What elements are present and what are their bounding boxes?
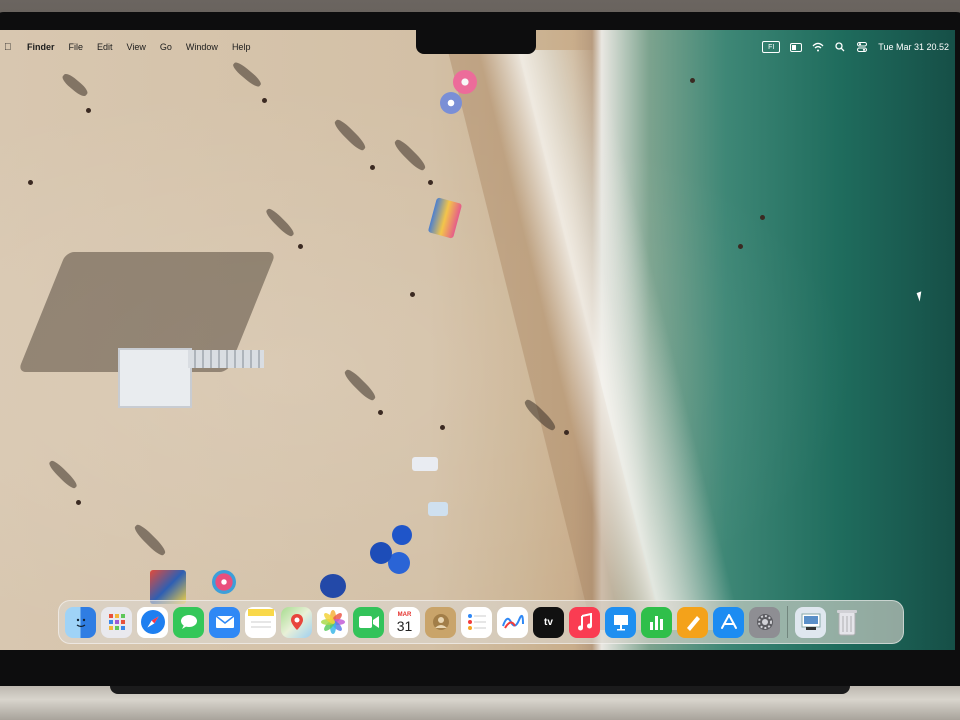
beach-umbrella	[392, 525, 412, 545]
contacts-icon[interactable]	[425, 606, 456, 638]
dock-separator	[787, 606, 788, 638]
beachgoer	[298, 244, 303, 249]
desktop-wallpaper	[0, 30, 955, 650]
preview-icon[interactable]	[795, 606, 826, 638]
music-icon[interactable]	[569, 606, 600, 638]
beach-towel	[412, 457, 438, 471]
beachgoer	[440, 425, 445, 430]
beach-umbrella	[370, 542, 392, 564]
lifeguard-ramp	[188, 350, 264, 368]
beachgoer	[86, 108, 91, 113]
menu-help[interactable]: Help	[232, 42, 251, 52]
freeform-icon[interactable]	[497, 606, 528, 638]
beachgoer	[410, 292, 415, 297]
lifeguard-tower	[118, 348, 192, 408]
input-source-indicator[interactable]: FI	[762, 41, 781, 53]
menu-bar:  Finder File Edit View Go Window Help F…	[0, 36, 955, 58]
finder-icon[interactable]	[65, 606, 96, 638]
launchpad-icon[interactable]	[101, 606, 132, 638]
safari-icon[interactable]	[137, 606, 168, 638]
beachgoer	[370, 165, 375, 170]
keynote-icon[interactable]	[605, 606, 636, 638]
control-center-icon[interactable]	[856, 42, 868, 52]
laptop-hinge	[110, 686, 850, 694]
beach-towel	[150, 570, 186, 604]
beachgoer	[428, 180, 433, 185]
beachgoer	[262, 98, 267, 103]
pages-icon[interactable]	[677, 606, 708, 638]
trash-icon[interactable]	[831, 607, 862, 638]
dock: MAR 31 tv	[58, 600, 904, 644]
menu-window[interactable]: Window	[186, 42, 218, 52]
gear-icon[interactable]	[749, 606, 780, 638]
calendar-icon[interactable]: MAR 31	[389, 606, 420, 638]
swimmer	[760, 215, 765, 220]
swimmer	[738, 244, 743, 249]
beachgoer	[28, 180, 33, 185]
menu-view[interactable]: View	[127, 42, 146, 52]
numbers-icon[interactable]	[641, 606, 672, 638]
beachgoer	[564, 430, 569, 435]
beach-umbrella	[453, 70, 477, 94]
beach-towel	[428, 502, 448, 516]
photos-icon[interactable]	[317, 606, 348, 638]
calendar-day: 31	[396, 617, 413, 634]
beach-umbrella	[440, 92, 462, 114]
messages-icon[interactable]	[173, 606, 204, 638]
menu-app-name[interactable]: Finder	[27, 42, 55, 52]
maps-icon[interactable]	[281, 606, 312, 638]
notes-icon[interactable]	[245, 606, 276, 638]
app-store-icon[interactable]	[713, 606, 744, 638]
menu-clock[interactable]: Tue Mar 31 20.52	[878, 42, 949, 52]
menu-file[interactable]: File	[69, 42, 84, 52]
menu-go[interactable]: Go	[160, 42, 172, 52]
mail-icon[interactable]	[209, 606, 240, 638]
beachgoer	[378, 410, 383, 415]
wifi-icon[interactable]	[812, 42, 824, 52]
apple-menu-icon[interactable]: 	[4, 42, 13, 53]
apple-tv-label: tv	[544, 616, 553, 628]
beachgoer	[76, 500, 81, 505]
beach-umbrella	[212, 570, 236, 594]
facetime-icon[interactable]	[353, 606, 384, 638]
swimmer	[690, 78, 695, 83]
beach-umbrella	[320, 574, 346, 598]
apple-tv-icon[interactable]: tv	[533, 606, 564, 638]
battery-icon[interactable]	[790, 42, 803, 52]
reminders-icon[interactable]	[461, 606, 492, 638]
spotlight-search-icon[interactable]	[834, 42, 846, 52]
menu-edit[interactable]: Edit	[97, 42, 113, 52]
